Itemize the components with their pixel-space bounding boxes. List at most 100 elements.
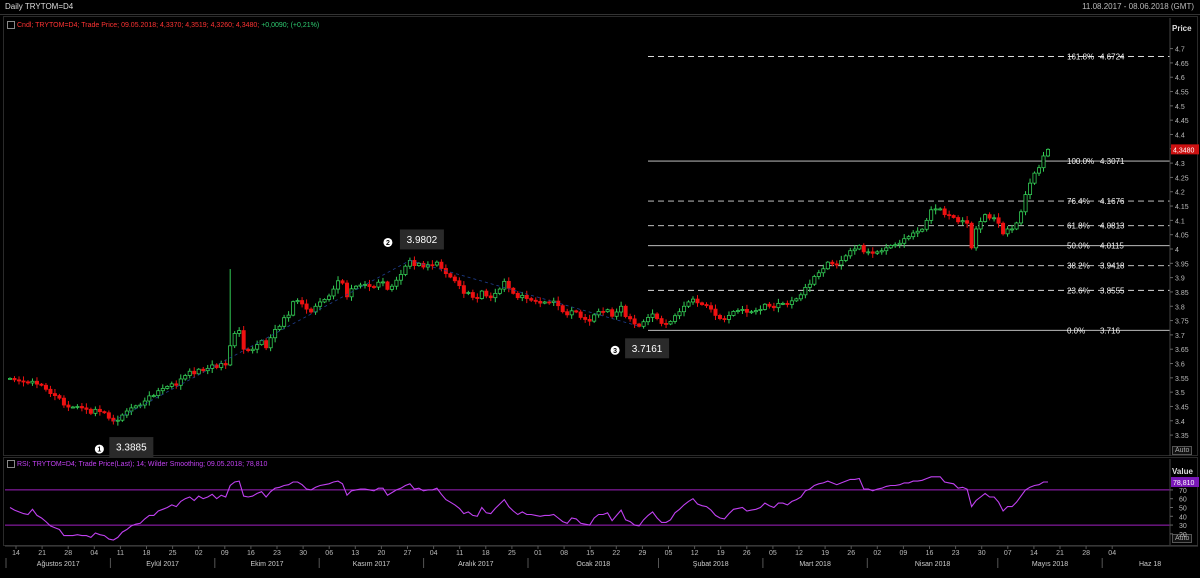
candle-body (992, 217, 997, 220)
candle-body (695, 298, 700, 304)
x-tick-label: 23 (952, 550, 960, 557)
candle-body (655, 313, 660, 319)
x-tick-label: 21 (38, 550, 46, 557)
x-tick-label: 13 (351, 550, 359, 557)
x-tick-label: 12 (691, 550, 699, 557)
rsi-axis-title: Value (1172, 467, 1193, 476)
candle-body (300, 300, 305, 305)
candle-body (587, 319, 592, 322)
candle-body (637, 323, 642, 327)
price-tick-label: 3.75 (1175, 319, 1189, 326)
candle-body (929, 209, 934, 221)
candle-body (542, 301, 547, 304)
annotation-number: 2 (386, 240, 390, 247)
x-tick-label: 14 (1030, 550, 1038, 557)
candle-body (682, 305, 687, 313)
candle-body (367, 284, 372, 287)
x-tick-label: 05 (665, 550, 673, 557)
candle-body (897, 242, 902, 246)
candle-body (385, 281, 390, 290)
x-tick-label: 25 (169, 550, 177, 557)
candle-body (84, 407, 89, 410)
candle-body (556, 300, 561, 307)
candle-body (93, 408, 98, 414)
candle-body (264, 340, 269, 349)
candle-body (619, 305, 624, 313)
candle-body (336, 280, 341, 290)
candle-body (803, 286, 808, 296)
x-tick-label: 06 (325, 550, 333, 557)
candle-body (758, 309, 763, 311)
candle-body (461, 285, 466, 294)
x-tick-label: 08 (560, 550, 568, 557)
x-tick-label: 26 (847, 550, 855, 557)
x-tick-label: 04 (1108, 550, 1116, 557)
candle-body (592, 314, 597, 322)
candle-body (735, 310, 740, 312)
candle-body (223, 363, 228, 366)
candle-body (753, 310, 758, 313)
candle-body (452, 276, 457, 282)
candle-body (700, 302, 705, 305)
candle-body (717, 315, 722, 319)
candle-body (66, 404, 71, 408)
price-tick-label: 3.95 (1175, 261, 1189, 268)
candle-body (178, 378, 183, 386)
candle-body (102, 411, 107, 414)
candle-body (524, 294, 529, 299)
chart-svg[interactable]: 161.8% 4.6724100.0% 4.307176.4% 4.167661.8%… (0, 0, 1200, 578)
candle-body (1014, 222, 1019, 230)
candle-body (228, 345, 233, 366)
month-label: Ekim 2017 (250, 561, 283, 568)
candle-body (448, 273, 453, 278)
rsi-tick-label: 30 (1179, 523, 1187, 530)
candle-body (106, 412, 111, 419)
candle-body (879, 250, 884, 253)
candle-body (286, 314, 291, 319)
candle-body (668, 321, 673, 325)
x-tick-label: 18 (482, 550, 490, 557)
x-tick-label: 14 (12, 550, 20, 557)
last-price-label: 4,3480 (1173, 147, 1195, 154)
candle-body (812, 276, 817, 285)
price-tick-label: 4.45 (1175, 118, 1189, 125)
candle-body (75, 406, 80, 408)
candle-body (960, 220, 965, 223)
candle-body (416, 262, 421, 267)
candle-body (376, 281, 381, 288)
candle-body (232, 333, 237, 347)
candle-body (816, 272, 821, 277)
candle-body (771, 305, 776, 309)
candle-body (57, 395, 62, 399)
candle-body (169, 383, 174, 387)
month-label: Ocak 2018 (576, 561, 610, 568)
price-tick-label: 4 (1175, 247, 1179, 254)
month-label: Şubat 2018 (693, 561, 729, 568)
candle-body (605, 309, 610, 313)
candle-body (1032, 172, 1037, 184)
x-tick-label: 04 (90, 550, 98, 557)
candle-body (686, 301, 691, 307)
candle-body (664, 323, 669, 325)
candle-body (722, 318, 727, 320)
candle-body (870, 251, 875, 254)
candle-body (614, 311, 619, 317)
candle-body (147, 395, 152, 402)
candle-body (533, 299, 538, 302)
price-tick-label: 3.35 (1175, 433, 1189, 440)
candle-body (821, 268, 826, 274)
candle-body (726, 315, 731, 320)
candle-body (875, 251, 880, 254)
price-tick-label: 4.6 (1175, 75, 1185, 82)
fib-level-percent: 50.0% (1067, 242, 1090, 251)
x-tick-label: 27 (404, 550, 412, 557)
candle-body (942, 208, 947, 216)
candle-body (965, 220, 970, 224)
candle-body (902, 238, 907, 244)
candle-body (610, 309, 615, 317)
candle-body (371, 286, 376, 288)
fib-level-value: 4.3071 (1100, 157, 1125, 166)
price-tick-label: 4.4 (1175, 132, 1185, 139)
candle-body (574, 310, 579, 313)
fib-level-percent: 61.8% (1067, 222, 1090, 231)
